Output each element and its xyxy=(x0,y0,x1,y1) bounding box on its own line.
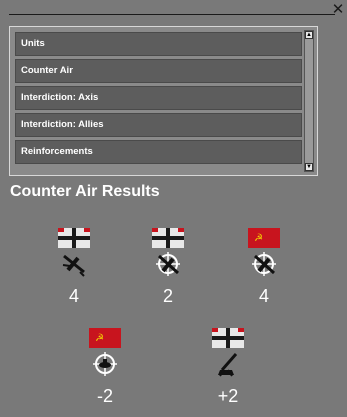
result-value: 4 xyxy=(68,286,79,306)
list-item-counter-air[interactable]: Counter Air xyxy=(15,59,302,83)
report-list: Units Counter Air Interdiction: Axis Int… xyxy=(9,26,318,176)
soviet-flag-icon: ☭ xyxy=(89,328,121,348)
report-list-items: Units Counter Air Interdiction: Axis Int… xyxy=(15,32,302,167)
crosshair-target-icon xyxy=(93,352,117,376)
anti-aircraft-gun-icon xyxy=(218,353,238,377)
results-title: Counter Air Results xyxy=(10,183,160,200)
scroll-up-icon[interactable]: ▲ xyxy=(305,31,313,39)
result-value: +2 xyxy=(217,386,239,406)
fighter-targeted-icon xyxy=(252,252,276,276)
fighter-plane-icon xyxy=(62,254,85,277)
title-bar-line xyxy=(9,14,335,15)
scroll-down-icon[interactable]: ▼ xyxy=(305,163,313,171)
result-value: 4 xyxy=(258,286,269,306)
result-item: ☭ -2 xyxy=(75,328,135,407)
result-item: +2 xyxy=(198,328,258,407)
list-item-interdiction-axis[interactable]: Interdiction: Axis xyxy=(15,86,302,110)
svg-text:☭: ☭ xyxy=(254,233,263,244)
result-item: 4 xyxy=(44,228,104,307)
result-value: -2 xyxy=(96,386,113,406)
result-item: 2 xyxy=(138,228,198,307)
svg-text:☭: ☭ xyxy=(95,333,104,344)
list-item-units[interactable]: Units xyxy=(15,32,302,56)
soviet-flag-icon: ☭ xyxy=(248,228,280,248)
list-scrollbar[interactable]: ▲ ▼ xyxy=(304,30,314,172)
result-item: ☭ 4 xyxy=(234,228,294,307)
list-item-interdiction-allies[interactable]: Interdiction: Allies xyxy=(15,113,302,137)
close-icon[interactable]: ✕ xyxy=(331,2,345,17)
german-flag-icon xyxy=(212,328,244,348)
fighter-targeted-icon xyxy=(156,252,180,276)
counter-air-panel: ✕ Units Counter Air Interdiction: Axis I… xyxy=(0,0,347,417)
german-flag-icon xyxy=(58,228,90,248)
list-item-reinforcements[interactable]: Reinforcements xyxy=(15,140,302,164)
result-value: 2 xyxy=(162,286,173,306)
german-flag-icon xyxy=(152,228,184,248)
